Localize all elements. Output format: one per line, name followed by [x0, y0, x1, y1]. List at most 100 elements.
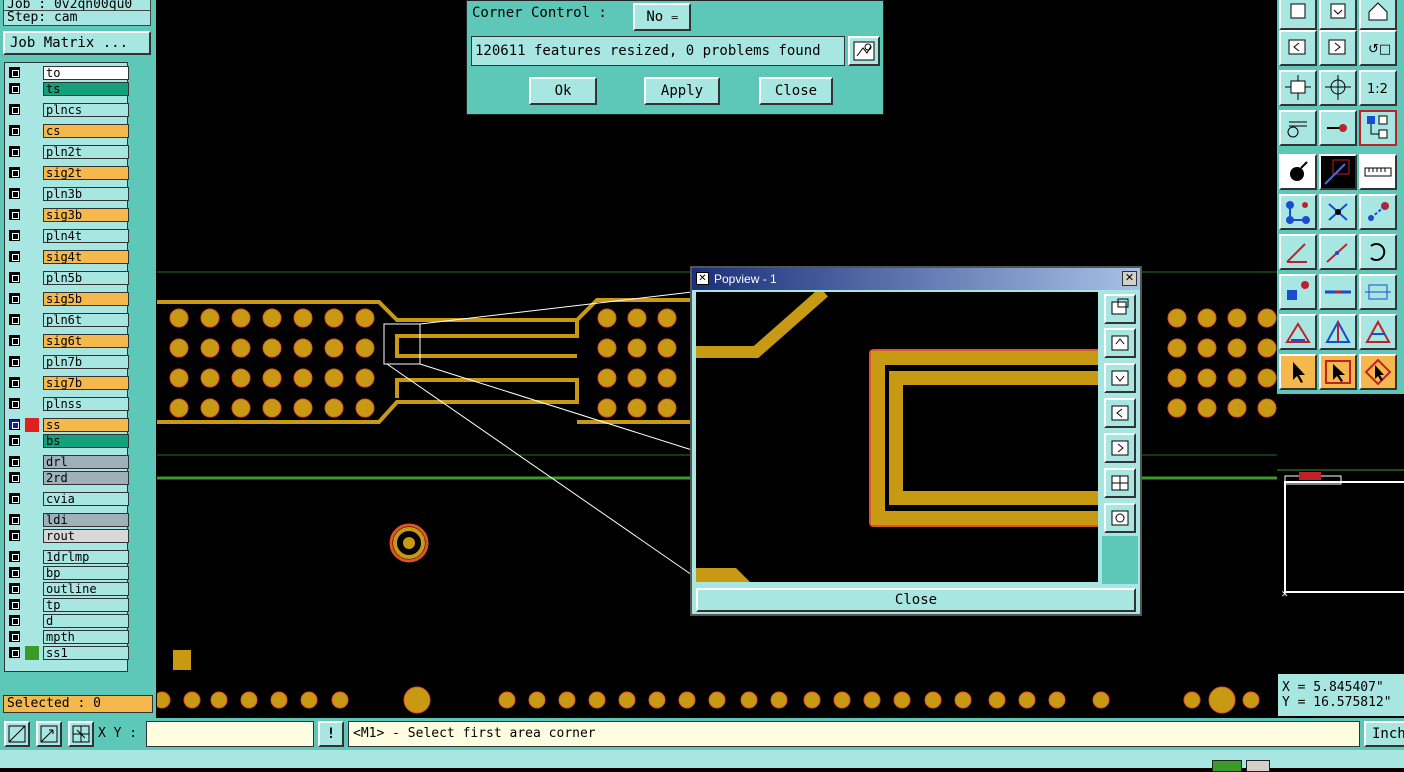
- layer-row[interactable]: pln6t: [7, 313, 129, 328]
- layer-row[interactable]: sig4t: [7, 250, 129, 265]
- close-button[interactable]: Close: [759, 77, 833, 105]
- layer-name[interactable]: sig3b: [43, 208, 129, 222]
- layer-checkbox[interactable]: [9, 435, 20, 446]
- layer-name[interactable]: pln7b: [43, 355, 129, 369]
- layer-checkbox[interactable]: [9, 356, 20, 367]
- close-icon[interactable]: ✕: [1122, 271, 1137, 286]
- slope-icon[interactable]: [1319, 234, 1357, 270]
- layer-name[interactable]: pln3b: [43, 187, 129, 201]
- layer-name[interactable]: pln4t: [43, 229, 129, 243]
- add-node-icon[interactable]: [1279, 194, 1317, 230]
- xy-input[interactable]: [146, 721, 314, 747]
- tray-icon-1[interactable]: [1212, 760, 1242, 772]
- layer-name[interactable]: bp: [43, 566, 129, 580]
- layer-name[interactable]: ldi: [43, 513, 129, 527]
- pointer-select-icon[interactable]: [1319, 354, 1357, 390]
- layer-row[interactable]: sig2t: [7, 166, 129, 181]
- layer-connect-icon[interactable]: [1359, 110, 1397, 146]
- layer-row[interactable]: sig6t: [7, 334, 129, 349]
- pan-right-icon[interactable]: [1319, 30, 1357, 66]
- layer-row[interactable]: 1drlmp: [7, 550, 129, 565]
- dimension-icon[interactable]: [1359, 274, 1397, 310]
- layer-checkbox[interactable]: [9, 377, 20, 388]
- popview-close-button[interactable]: Close: [696, 588, 1136, 612]
- pan-down-icon[interactable]: [1104, 363, 1136, 393]
- layer-name[interactable]: sig6t: [43, 334, 129, 348]
- layer-name[interactable]: sig7b: [43, 376, 129, 390]
- layer-name[interactable]: pln6t: [43, 313, 129, 327]
- layer-checkbox[interactable]: [9, 647, 20, 658]
- ok-button[interactable]: Ok: [529, 77, 597, 105]
- layer-checkbox[interactable]: [9, 251, 20, 262]
- draw-line-icon[interactable]: [1319, 154, 1357, 190]
- pan-left-icon[interactable]: [1104, 398, 1136, 428]
- fit-all-icon[interactable]: [1104, 468, 1136, 498]
- layer-row[interactable]: tp: [7, 598, 129, 613]
- layer-row[interactable]: rout: [7, 529, 129, 544]
- layer-row[interactable]: mpth: [7, 630, 129, 645]
- layer-name[interactable]: cvia: [43, 492, 129, 506]
- layer-checkbox[interactable]: [9, 419, 20, 430]
- open-icon[interactable]: [1279, 0, 1317, 30]
- zoom-back-icon[interactable]: ↺□: [1359, 30, 1397, 66]
- popview-canvas[interactable]: [696, 292, 1098, 582]
- layer-row[interactable]: 2rd: [7, 471, 129, 486]
- pan-left-icon[interactable]: [1279, 30, 1317, 66]
- scale-1to2-icon[interactable]: 1:2: [1359, 70, 1397, 106]
- layer-name[interactable]: ts: [43, 82, 129, 96]
- zoom-in-icon[interactable]: [1104, 294, 1136, 324]
- layer-row[interactable]: to: [7, 66, 129, 81]
- layer-checkbox[interactable]: [9, 146, 20, 157]
- triangle-icon[interactable]: [1279, 314, 1317, 350]
- rotate-icon[interactable]: [1359, 234, 1397, 270]
- layer-checkbox[interactable]: [9, 599, 20, 610]
- layer-row[interactable]: pln7b: [7, 355, 129, 370]
- layer-name[interactable]: cs: [43, 124, 129, 138]
- popview-titlebar[interactable]: ✕ Popview - 1 ✕: [692, 268, 1140, 290]
- layer-name[interactable]: sig4t: [43, 250, 129, 264]
- save-icon[interactable]: [1319, 0, 1357, 30]
- layer-row[interactable]: plnss: [7, 397, 129, 412]
- layer-row[interactable]: cs: [7, 124, 129, 139]
- units-button[interactable]: Inch: [1364, 721, 1404, 747]
- layer-checkbox[interactable]: [9, 472, 20, 483]
- layer-row[interactable]: cvia: [7, 492, 129, 507]
- window-menu-icon[interactable]: ✕: [696, 272, 709, 285]
- ruler-icon[interactable]: [1359, 154, 1397, 190]
- layer-checkbox[interactable]: [9, 67, 20, 78]
- layer-checkbox[interactable]: [9, 456, 20, 467]
- layer-checkbox[interactable]: [9, 631, 20, 642]
- graphic-view-icon[interactable]: [848, 36, 880, 66]
- layer-name[interactable]: ss1: [43, 646, 129, 660]
- layer-name[interactable]: d: [43, 614, 129, 628]
- layer-checkbox[interactable]: [9, 83, 20, 94]
- cross-cut-icon[interactable]: [1319, 194, 1357, 230]
- select-feature-icon[interactable]: [1279, 154, 1317, 190]
- line-icon[interactable]: [1319, 274, 1357, 310]
- layer-name[interactable]: tp: [43, 598, 129, 612]
- measure-icon[interactable]: [1279, 110, 1317, 146]
- layer-row[interactable]: outline: [7, 582, 129, 597]
- layer-name[interactable]: outline: [43, 582, 129, 596]
- layer-checkbox[interactable]: [9, 167, 20, 178]
- layer-row[interactable]: pln2t: [7, 145, 129, 160]
- layer-name[interactable]: pln2t: [43, 145, 129, 159]
- layer-checkbox[interactable]: [9, 230, 20, 241]
- layer-row[interactable]: pln4t: [7, 229, 129, 244]
- layer-name[interactable]: 1drlmp: [43, 550, 129, 564]
- layer-checkbox[interactable]: [9, 188, 20, 199]
- layer-name[interactable]: pln5b: [43, 271, 129, 285]
- overview-map[interactable]: ✕: [1277, 394, 1404, 672]
- layer-row[interactable]: ss: [7, 418, 129, 433]
- layer-row[interactable]: drl: [7, 455, 129, 470]
- zoom-window-icon[interactable]: [4, 721, 30, 747]
- layer-checkbox[interactable]: [9, 314, 20, 325]
- layer-row[interactable]: bp: [7, 566, 129, 581]
- layer-name[interactable]: 2rd: [43, 471, 129, 485]
- layer-name[interactable]: rout: [43, 529, 129, 543]
- layer-checkbox[interactable]: [9, 272, 20, 283]
- layer-name[interactable]: mpth: [43, 630, 129, 644]
- tray-icon-2[interactable]: [1246, 760, 1270, 772]
- layer-row[interactable]: sig7b: [7, 376, 129, 391]
- pad-attach-icon[interactable]: [1279, 274, 1317, 310]
